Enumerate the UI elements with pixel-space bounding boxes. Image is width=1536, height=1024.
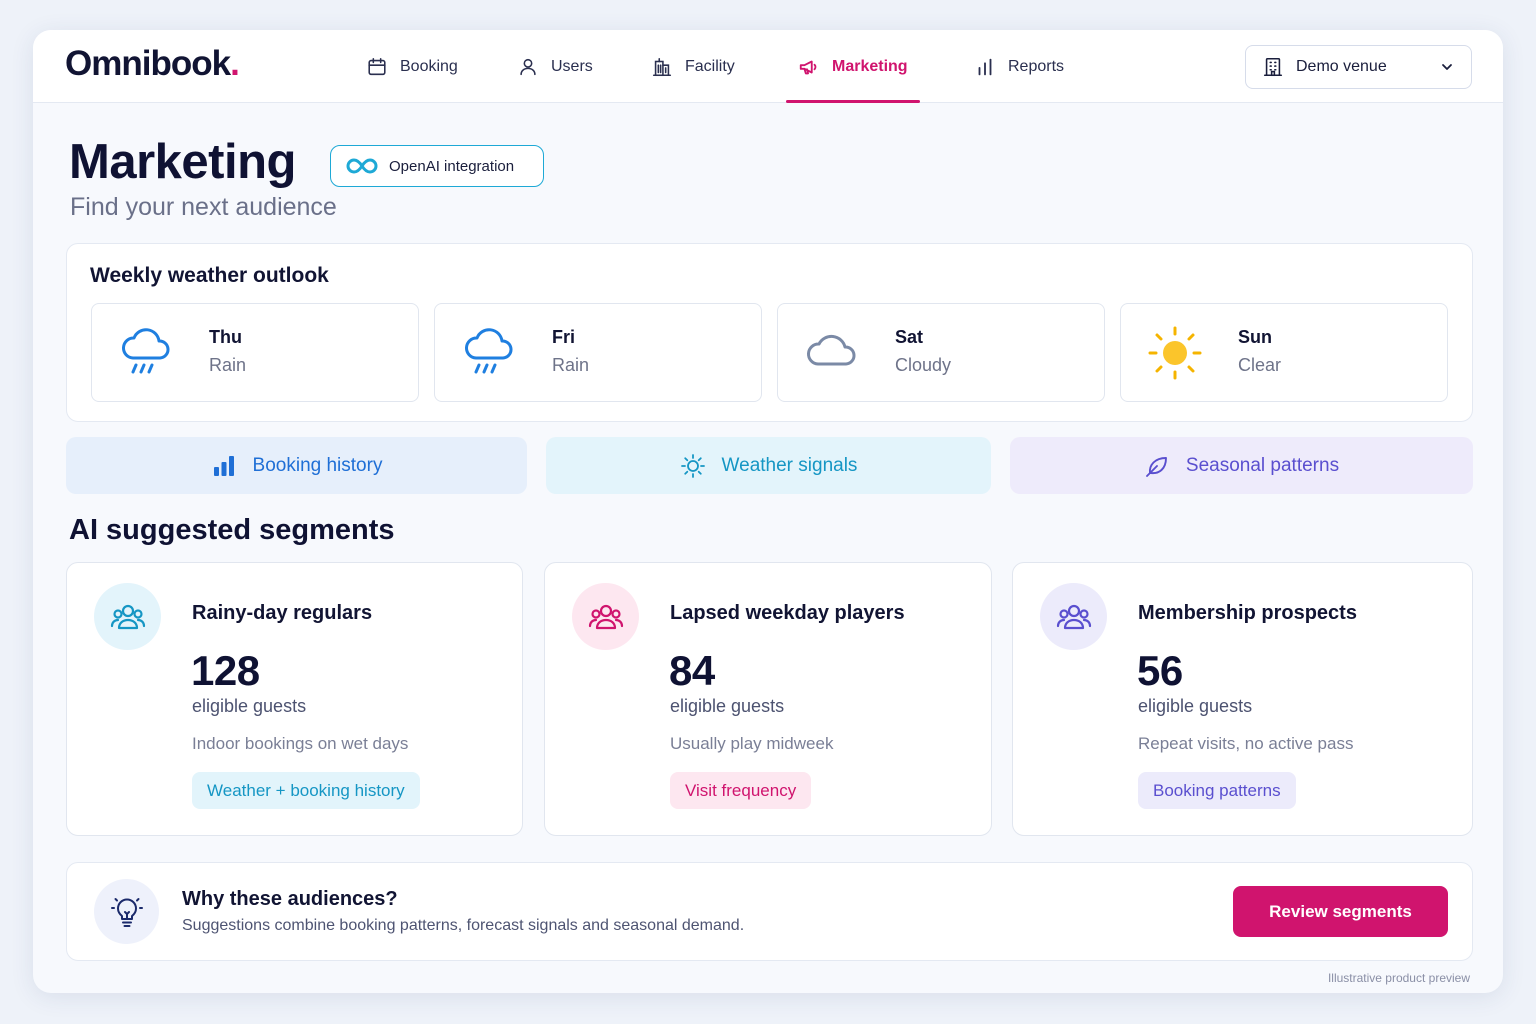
source-label: Seasonal patterns [1185, 454, 1340, 476]
venue-selector[interactable]: Demo venue [1245, 45, 1472, 89]
weather-day-condition: Clear [1238, 355, 1282, 375]
megaphone-icon [799, 60, 817, 74]
weather-day-name: Sat [895, 327, 924, 347]
source-booking-history[interactable]: Booking history [66, 437, 527, 494]
users-group-icon [588, 604, 623, 629]
weather-day-card: Sat Cloudy [777, 303, 1105, 402]
segment-count-unit: eligible guests [1138, 696, 1253, 716]
cloud-icon [807, 334, 856, 366]
weather-day-condition: Cloudy [895, 355, 952, 375]
source-label: Weather signals [721, 454, 858, 476]
source-seasonal-patterns[interactable]: Seasonal patterns [1010, 437, 1473, 494]
rain-cloud-icon [122, 328, 170, 374]
logo-dot: . [230, 44, 240, 83]
user-icon [520, 58, 536, 75]
nav-item-facility[interactable]: Facility [651, 30, 735, 103]
lightbulb-icon [110, 897, 143, 927]
source-label: Booking history [252, 454, 383, 476]
weather-outlook-panel: Weekly weather outlook Thu Rain Fri Rain… [66, 243, 1473, 422]
segment-count: 56 [1137, 647, 1183, 694]
why-audiences-title: Why these audiences? [182, 888, 398, 910]
source-weather-signals[interactable]: Weather signals [546, 437, 991, 494]
segment-name: Lapsed weekday players [670, 602, 905, 624]
weather-day-card: Thu Rain [91, 303, 419, 402]
segment-signal-tag: Weather + booking history [192, 772, 420, 809]
segment-name: Membership prospects [1138, 602, 1357, 624]
weather-outlook-title: Weekly weather outlook [90, 264, 329, 287]
sun-icon [1148, 326, 1202, 380]
nav-label-users: Users [551, 57, 593, 75]
weather-day-condition: Rain [209, 355, 247, 375]
nav-label-booking: Booking [400, 57, 458, 75]
users-group-icon [110, 604, 145, 629]
openai-badge-label: OpenAI integration [389, 157, 515, 175]
nav-item-booking[interactable]: Booking [366, 30, 458, 103]
review-segments-button[interactable]: Review segments [1233, 886, 1448, 937]
segment-name: Rainy-day regulars [192, 602, 373, 624]
segment-count: 128 [191, 647, 260, 694]
nav-label-reports: Reports [1008, 57, 1065, 75]
page-subtitle: Find your next audience [70, 193, 337, 221]
building-icon [652, 57, 672, 76]
segment-count-unit: eligible guests [192, 696, 307, 716]
rain-cloud-icon [465, 328, 513, 374]
leaf-icon [1145, 456, 1167, 477]
app-logo[interactable]: Omnibook. [65, 44, 240, 84]
preview-footnote: Illustrative product preview [1327, 971, 1470, 985]
chevron-down-icon [1442, 64, 1452, 70]
sun-icon [680, 453, 705, 478]
segment-card-membership-prospects[interactable]: Membership prospects 56 eligible guests … [1012, 562, 1473, 836]
nav-item-users[interactable]: Users [517, 30, 593, 103]
why-audiences-panel: Why these audiences? Suggestions combine… [66, 862, 1473, 961]
infinity-link-icon [346, 158, 378, 174]
segment-description: Repeat visits, no active pass [1138, 734, 1354, 753]
openai-integration-badge[interactable]: OpenAI integration [330, 145, 544, 187]
why-audiences-text: Suggestions combine booking patterns, fo… [182, 917, 745, 934]
building-icon [1263, 57, 1283, 77]
weather-day-name: Fri [552, 327, 576, 347]
section-title-ai-segments: AI suggested segments [69, 514, 395, 546]
venue-selector-value: Demo venue [1296, 58, 1387, 75]
top-navigation-bar: Omnibook. Booking Users Facility Marketi… [33, 30, 1503, 103]
nav-label-facility: Facility [685, 57, 735, 75]
nav-item-reports[interactable]: Reports [974, 30, 1064, 103]
users-group-icon [1056, 604, 1091, 629]
page-title: Marketing [69, 135, 296, 189]
bar-chart-icon [213, 455, 234, 476]
weather-day-name: Sun [1238, 327, 1272, 347]
segment-card-rainy-day-regulars[interactable]: Rainy-day regulars 128 eligible guests I… [66, 562, 523, 836]
segment-description: Indoor bookings on wet days [192, 734, 409, 753]
app-window: Omnibook. Booking Users Facility Marketi… [33, 30, 1503, 993]
logo-text: Omnibook [65, 44, 231, 83]
weather-day-condition: Rain [552, 355, 590, 375]
calendar-icon [368, 57, 386, 75]
segment-count-unit: eligible guests [670, 696, 785, 716]
segment-avatar [1040, 583, 1107, 650]
segment-avatar [94, 583, 161, 650]
segment-description: Usually play midweek [670, 734, 834, 753]
segment-card-lapsed-weekday-players[interactable]: Lapsed weekday players 84 eligible guest… [544, 562, 992, 836]
weather-day-card: Fri Rain [434, 303, 762, 402]
lightbulb-icon-badge [94, 879, 159, 944]
weather-day-card: Sun Clear [1120, 303, 1448, 402]
segment-signal-tag: Booking patterns [1138, 772, 1296, 809]
weather-day-name: Thu [209, 327, 242, 347]
bar-chart-icon [978, 58, 992, 75]
segment-signal-tag: Visit frequency [670, 772, 812, 809]
nav-label-marketing: Marketing [832, 57, 908, 75]
nav-item-marketing[interactable]: Marketing [786, 30, 920, 103]
segment-avatar [572, 583, 639, 650]
segment-count: 84 [669, 647, 715, 694]
